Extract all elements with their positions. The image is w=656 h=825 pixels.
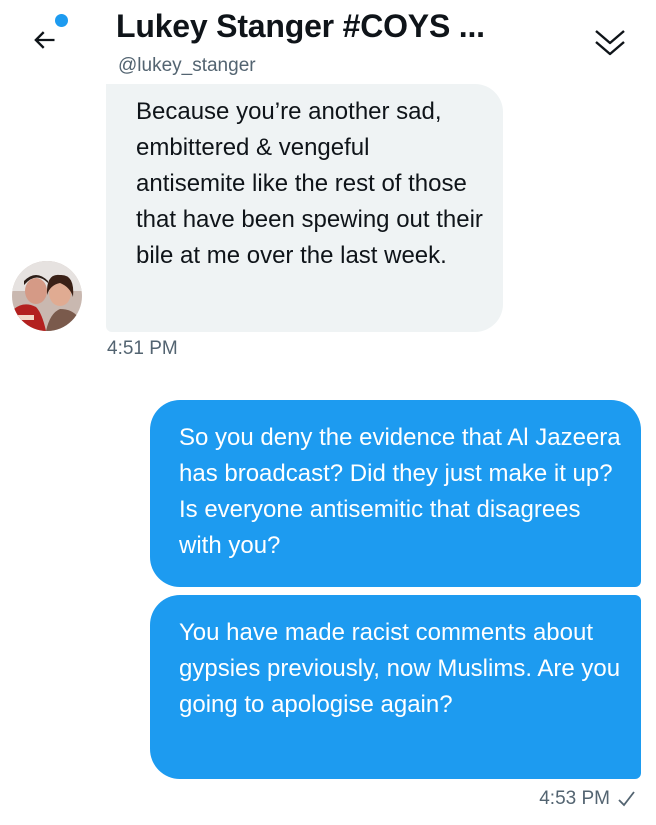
collapse-button[interactable] [588, 18, 632, 62]
chevrons-down-icon [595, 30, 625, 56]
sent-timestamp-row: 4:53 PM [539, 788, 636, 810]
conversation-header: Lukey Stanger #COYS ... @lukey_stanger [0, 0, 656, 84]
sent-timestamp: 4:53 PM [539, 788, 610, 809]
avatar-photo [12, 261, 82, 331]
received-message-bubble[interactable]: Because you’re another sad, embittered &… [106, 84, 503, 332]
sent-message-bubble[interactable]: So you deny the evidence that Al Jazeera… [150, 400, 641, 587]
arrow-left-icon [34, 31, 55, 49]
sender-avatar[interactable] [12, 261, 82, 331]
sent-message-bubble[interactable]: You have made racist comments about gyps… [150, 595, 641, 779]
checkmark-icon [618, 791, 635, 807]
received-timestamp: 4:51 PM [107, 338, 178, 359]
conversation-title: Lukey Stanger #COYS ... [116, 8, 485, 44]
unread-indicator [55, 14, 68, 27]
dm-conversation: Lukey Stanger #COYS ... @lukey_stanger B… [0, 0, 656, 825]
conversation-handle: @lukey_stanger [118, 55, 256, 76]
